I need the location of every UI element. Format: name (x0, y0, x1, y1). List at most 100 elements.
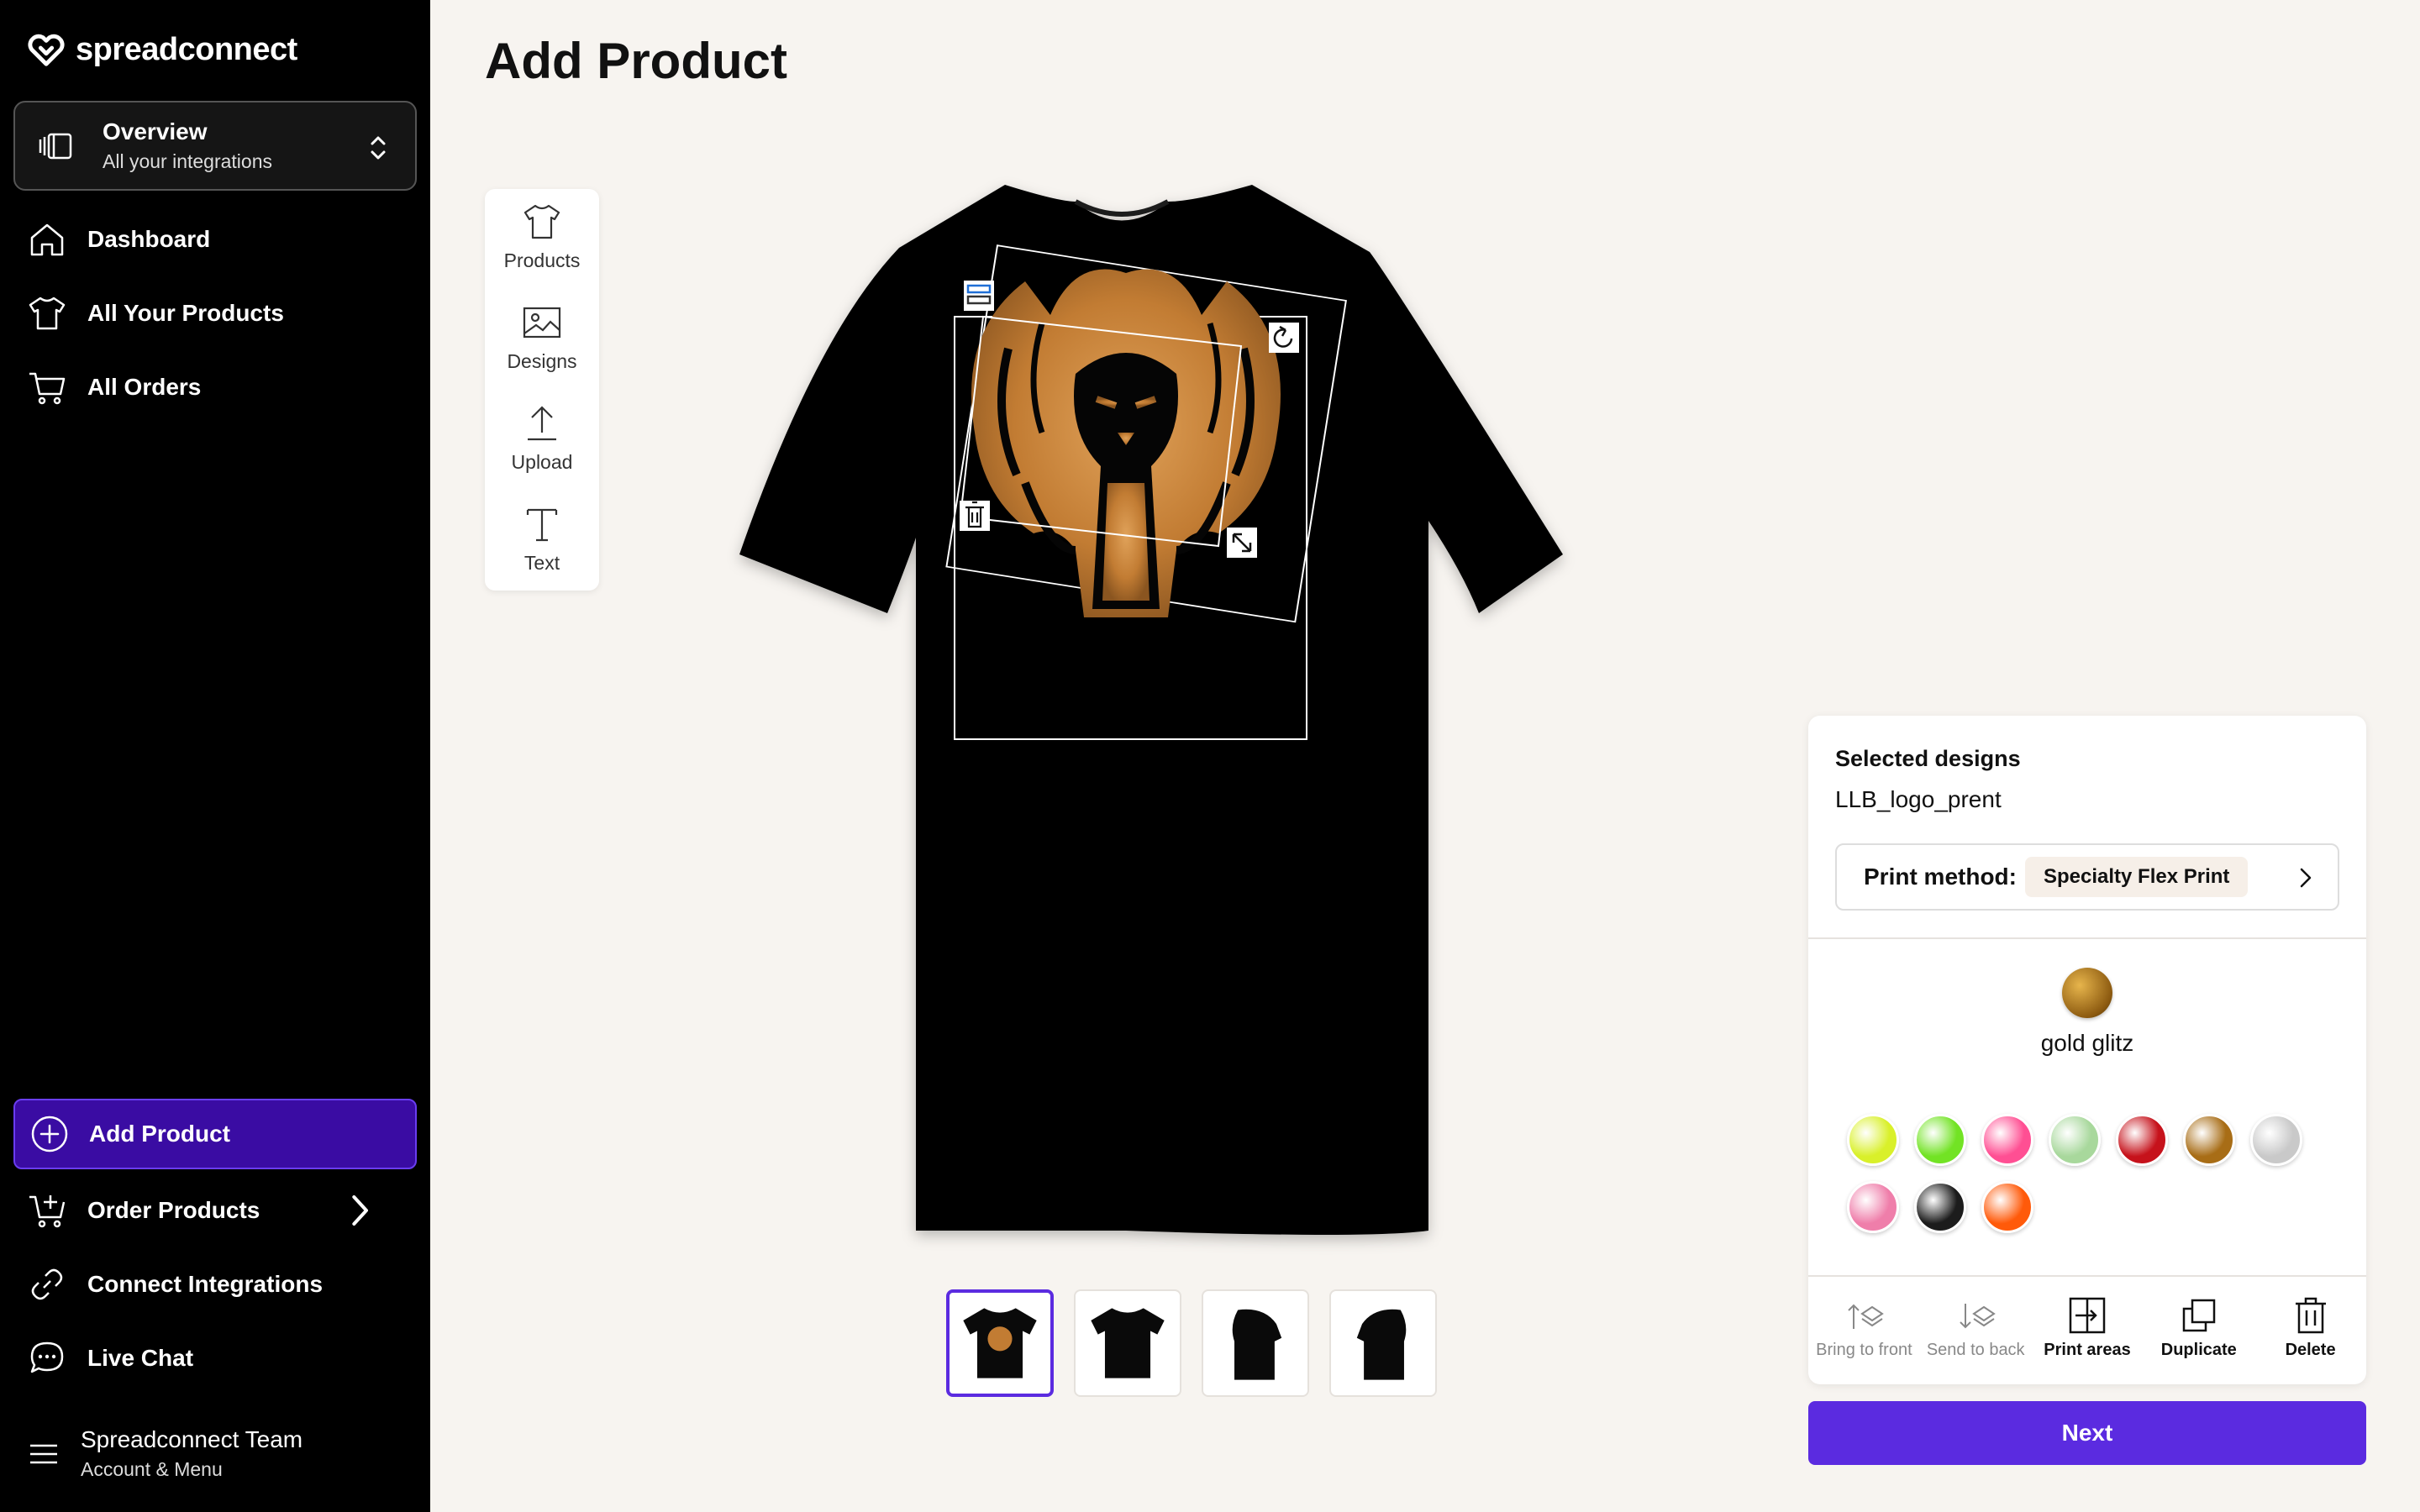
thumb-right[interactable] (1329, 1289, 1437, 1397)
duplicate-button[interactable]: Duplicate (2143, 1277, 2254, 1384)
tool-products[interactable]: Products (485, 201, 599, 272)
selected-color-swatch (2062, 968, 2112, 1018)
selected-color-name: gold glitz (2040, 1030, 2134, 1056)
print-areas-button[interactable]: Print areas (2032, 1277, 2144, 1384)
rotate-handle-icon[interactable] (1269, 323, 1299, 353)
chat-bubble-icon (30, 1341, 64, 1373)
delete-handle-icon[interactable] (960, 501, 990, 531)
plus-circle-icon (31, 1116, 68, 1152)
bring-to-front-label: Bring to front (1816, 1341, 1912, 1359)
delete-button[interactable]: Delete (2254, 1277, 2366, 1384)
trash-icon (2295, 1297, 2326, 1334)
tshirt-icon (29, 297, 66, 330)
app-logo[interactable]: spreadconnect (27, 30, 297, 69)
print-method-selector[interactable]: Print method: Specialty Flex Print (1835, 843, 2339, 911)
send-to-back-button[interactable]: Send to back (1920, 1277, 2032, 1384)
color-swatch-neon-green[interactable] (1914, 1114, 1966, 1166)
duplicate-label: Duplicate (2160, 1341, 2237, 1359)
nav-all-orders[interactable]: All Orders (27, 366, 201, 408)
tshirt-front-thumbnail (1091, 1308, 1165, 1378)
layers-handle-icon[interactable] (964, 281, 994, 311)
link-icon (31, 1268, 63, 1300)
send-to-back-label: Send to back (1926, 1341, 2025, 1359)
design-toolbar: Products Designs Upload Text (485, 189, 599, 591)
account-sub: Account & Menu (81, 1458, 223, 1480)
account-name: Spreadconnect Team (81, 1426, 303, 1452)
home-icon (30, 223, 64, 256)
tshirt-front-thumbnail (963, 1308, 1037, 1378)
nav-connect-integrations-label: Connect Integrations (87, 1271, 324, 1297)
print-method-label: Print method: (1864, 864, 2017, 890)
print-method-badge: Specialty Flex Print (2025, 857, 2249, 897)
logo-text: spreadconnect (76, 31, 297, 67)
color-swatch-pink-glitter[interactable] (1847, 1181, 1899, 1233)
upload-icon (528, 406, 556, 441)
color-swatch-gold-glitter[interactable] (2183, 1114, 2235, 1166)
color-swatch-neon-pink[interactable] (1981, 1114, 2033, 1166)
delete-label: Delete (2285, 1341, 2336, 1359)
tool-designs-label: Designs (507, 350, 577, 372)
nav-dashboard-label: Dashboard (87, 226, 211, 252)
nav-live-chat-label: Live Chat (87, 1345, 194, 1371)
next-button[interactable]: Next (1808, 1401, 2366, 1465)
page-title: Add Product (485, 33, 787, 89)
tool-upload-label: Upload (511, 451, 573, 473)
nav-dashboard[interactable]: Dashboard (27, 218, 210, 260)
nav-all-orders-label: All Orders (87, 374, 202, 400)
product-canvas[interactable] (723, 168, 1672, 1260)
thumb-left[interactable] (1202, 1289, 1309, 1397)
print-areas-icon (2069, 1297, 2106, 1334)
color-swatch-black-glitter[interactable] (1914, 1181, 1966, 1233)
chevron-right-icon (352, 1195, 368, 1226)
cart-icon (29, 372, 66, 405)
chevron-updown-icon (371, 136, 386, 160)
color-swatch-neon-yellow[interactable] (1847, 1114, 1899, 1166)
thumb-front-design[interactable] (946, 1289, 1054, 1397)
design-settings-panel: Selected designs LLB_logo_prent Print me… (1808, 716, 2366, 1384)
nav-all-products[interactable]: All Your Products (27, 292, 284, 334)
hamburger-icon (30, 1444, 57, 1463)
chevron-right-icon (2300, 868, 2312, 888)
panel-divider (1808, 937, 2366, 939)
color-swatch-light-green[interactable] (2049, 1114, 2101, 1166)
bring-to-front-button[interactable]: Bring to front (1808, 1277, 1920, 1384)
print-areas-label: Print areas (2044, 1341, 2131, 1359)
resize-handle-icon[interactable] (1227, 528, 1257, 558)
integration-switcher[interactable]: Overview All your integrations (13, 101, 417, 191)
selected-design-name: LLB_logo_prent (1835, 786, 2002, 812)
nav-live-chat[interactable]: Live Chat (27, 1337, 193, 1379)
tool-text-label: Text (523, 552, 560, 574)
tool-upload[interactable]: Upload (485, 402, 599, 474)
columns-icon (39, 133, 72, 159)
color-swatch-silver-glitter[interactable] (2250, 1114, 2302, 1166)
text-icon (526, 508, 558, 542)
tshirt-icon (523, 204, 560, 239)
nav-all-products-label: All Your Products (87, 300, 284, 326)
nav-order-products-label: Order Products (87, 1197, 260, 1223)
account-menu[interactable]: Spreadconnect Team Account & Menu (29, 1426, 302, 1481)
nav-order-products[interactable]: Order Products (27, 1189, 400, 1231)
duplicate-icon (2182, 1299, 2216, 1332)
color-swatch-red-glitter[interactable] (2116, 1114, 2168, 1166)
integration-title: Overview (103, 118, 208, 144)
nav-connect-integrations[interactable]: Connect Integrations (27, 1263, 323, 1305)
bring-to-front-icon (1848, 1304, 1885, 1329)
send-to-back-icon (1960, 1304, 1996, 1329)
tshirt-side-thumbnail (1356, 1309, 1407, 1380)
heart-logo-icon (28, 34, 65, 66)
cart-plus-icon (29, 1195, 66, 1228)
nav-add-product[interactable]: Add Product (13, 1099, 417, 1169)
color-swatch-neon-orange[interactable] (1981, 1181, 2033, 1233)
tshirt-side-thumbnail (1232, 1309, 1282, 1380)
integration-subtitle: All your integrations (103, 150, 272, 172)
tool-products-label: Products (503, 249, 581, 271)
view-thumbnails (946, 1289, 1437, 1397)
design-actions: Bring to front Send to back Print areas … (1808, 1277, 2366, 1384)
thumb-front[interactable] (1074, 1289, 1181, 1397)
image-icon (523, 307, 561, 339)
sidebar: spreadconnect Overview All your integrat… (0, 0, 430, 1512)
tool-text[interactable]: Text (485, 503, 599, 575)
selected-designs-title: Selected designs (1835, 746, 2021, 771)
tool-designs[interactable]: Designs (485, 302, 599, 373)
nav-add-product-label: Add Product (89, 1121, 230, 1147)
